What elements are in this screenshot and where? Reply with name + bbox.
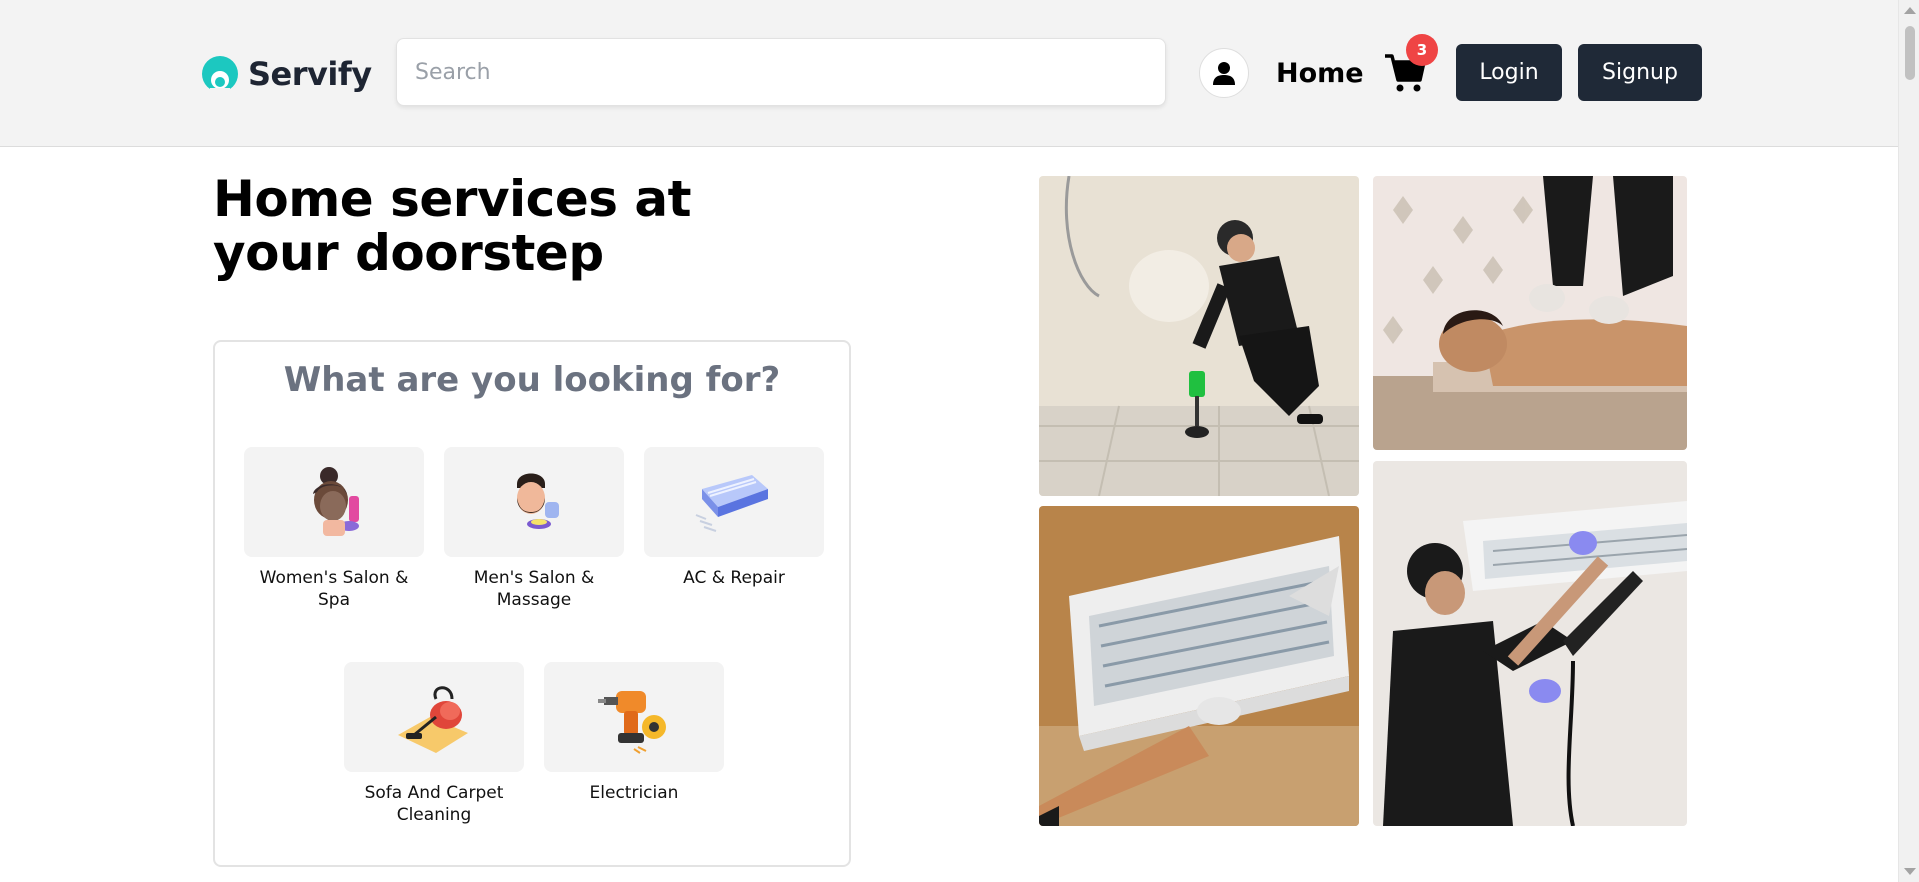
brand-logo[interactable]: Servify <box>200 52 372 96</box>
service-tile[interactable] <box>644 447 824 557</box>
service-tile[interactable] <box>544 662 724 772</box>
page-scrollbar[interactable] <box>1898 0 1919 882</box>
scroll-down-arrow[interactable] <box>1904 868 1916 875</box>
men-salon-icon <box>517 473 559 529</box>
nav-home-link[interactable]: Home <box>1276 52 1364 96</box>
service-tile[interactable] <box>344 662 524 772</box>
service-label: Men's Salon & Massage <box>473 568 595 610</box>
service-tile[interactable] <box>444 447 624 557</box>
service-tile[interactable] <box>244 447 424 557</box>
cart-count-badge: 3 <box>1406 34 1438 66</box>
service-card-womens-salon[interactable]: Women's Salon & Spa <box>244 447 424 611</box>
service-label: Women's Salon & Spa <box>259 568 409 610</box>
service-card-sofa-carpet[interactable]: Sofa And Carpet Cleaning <box>344 662 524 826</box>
top-header: Servify Home 3 Login Signup <box>0 0 1898 147</box>
profile-button[interactable] <box>1199 48 1249 98</box>
ac-unit-icon <box>695 475 768 532</box>
photo-ac-repair-1 <box>1039 506 1359 826</box>
scroll-thumb[interactable] <box>1905 26 1915 80</box>
login-button[interactable]: Login <box>1456 44 1562 101</box>
service-card-ac-repair[interactable]: AC & Repair <box>644 447 824 589</box>
service-card-electrician[interactable]: Electrician <box>544 662 724 804</box>
user-icon <box>1213 62 1235 85</box>
search-input[interactable] <box>396 38 1166 106</box>
vacuum-cleaner-icon <box>398 686 468 753</box>
drill-icon <box>598 691 666 754</box>
service-label: AC & Repair <box>683 568 785 588</box>
scroll-up-arrow[interactable] <box>1904 7 1916 14</box>
brand-name: Servify <box>248 55 372 93</box>
women-salon-icon <box>313 467 359 536</box>
hero-title: Home services at your doorstep <box>213 170 692 282</box>
photo-bathroom-cleaning <box>1039 176 1359 496</box>
servify-logo-icon <box>202 56 238 94</box>
service-card-mens-salon[interactable]: Men's Salon & Massage <box>444 447 624 611</box>
photo-ac-repair-2 <box>1373 461 1687 826</box>
service-label: Sofa And Carpet Cleaning <box>364 783 504 825</box>
photo-massage <box>1373 176 1687 450</box>
service-label: Electrician <box>589 783 679 803</box>
services-panel: What are you looking for? Women's Salon … <box>213 340 851 867</box>
panel-title: What are you looking for? <box>283 360 781 400</box>
signup-button[interactable]: Signup <box>1578 44 1702 101</box>
